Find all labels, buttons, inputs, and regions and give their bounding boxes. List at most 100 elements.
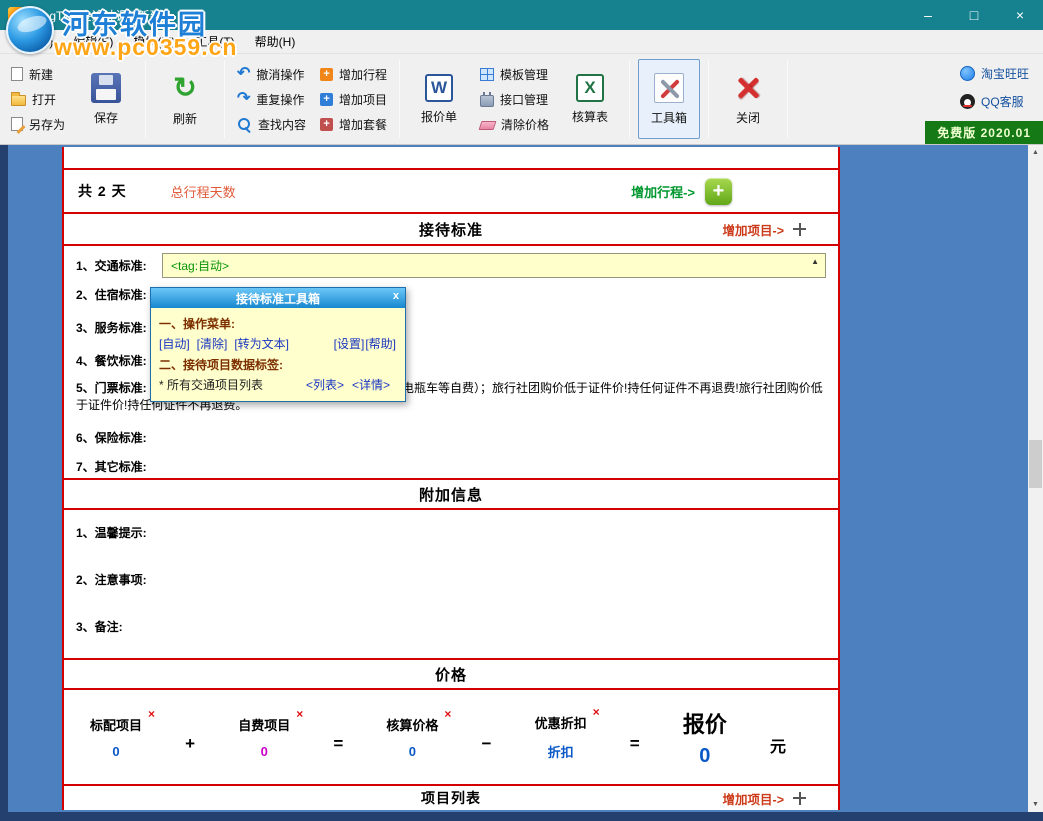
redo-button[interactable]: ↷ 重复操作 <box>233 89 310 110</box>
popup-to-text-link[interactable]: [转为文本] <box>234 335 289 352</box>
calc-price-label: 核算价格 × <box>386 715 438 734</box>
discount-label-text: 优惠折扣 <box>535 716 587 731</box>
item-list-title: 项目列表 <box>421 788 481 808</box>
ticket-standard-label: 5、门票标准: <box>76 381 147 395</box>
management-button-group: 模板管理 接口管理 清除价格 <box>476 64 553 135</box>
scroll-down-icon[interactable]: ▼ <box>1028 797 1043 812</box>
popup-close-icon[interactable]: x <box>393 290 399 302</box>
popup-auto-link[interactable]: [自动] <box>159 335 190 352</box>
scrollbar-thumb[interactable] <box>1029 440 1042 488</box>
add-button-group: 增加行程 增加项目 增加套餐 <box>316 64 391 135</box>
transport-standard-label: 1、交通标准: <box>76 257 162 274</box>
calc-sheet-button[interactable]: X 核算表 <box>559 59 621 139</box>
popup-clear-link[interactable]: [清除] <box>197 335 228 352</box>
close-window-button[interactable]: × <box>997 0 1043 30</box>
add-package-button[interactable]: 增加套餐 <box>316 114 391 135</box>
currency-unit-label: 元 <box>770 717 786 757</box>
new-label: 新建 <box>29 66 53 83</box>
quote-sheet-button[interactable]: W 报价单 <box>408 59 470 139</box>
reception-toolbox-popup: 接待标准工具箱 x 一、操作菜单: [自动] [清除] [转为文本] [设置] … <box>150 287 406 402</box>
transport-standard-input[interactable]: <tag:自动> ▲ <box>162 253 826 278</box>
add-trip-link[interactable]: 增加行程-> <box>631 182 695 201</box>
add-item-area-2: 增加项目-> <box>723 786 806 810</box>
calc-sheet-label: 核算表 <box>572 108 608 125</box>
self-pay-items-label: 自费项目 × <box>238 715 290 734</box>
toolbox-label: 工具箱 <box>651 109 687 126</box>
open-button[interactable]: 打开 <box>7 89 69 110</box>
save-as-button[interactable]: 另存为 <box>7 114 69 135</box>
standard-items-label-text: 标配项目 <box>90 718 142 733</box>
delete-self-pay-icon[interactable]: × <box>296 707 303 721</box>
remark-label: 3、备注: <box>76 618 826 635</box>
popup-help-link[interactable]: [帮助] <box>365 335 396 352</box>
maximize-button[interactable]: □ <box>951 0 997 30</box>
qq-service-link[interactable]: QQ客服 <box>960 93 1024 110</box>
add-trip-button[interactable]: 增加行程 <box>316 64 391 85</box>
delete-calc-price-icon[interactable]: × <box>444 707 451 721</box>
save-button[interactable]: 保存 <box>75 59 137 139</box>
delete-standard-icon[interactable]: × <box>148 707 155 721</box>
plug-icon <box>480 95 494 107</box>
other-standard-line: 7、其它标准: <box>76 454 826 478</box>
warm-tips-label: 1、温馨提示: <box>76 524 826 541</box>
calc-price-value: 0 <box>409 744 416 759</box>
equals-operator-2: = <box>630 720 640 754</box>
clear-price-button[interactable]: 清除价格 <box>476 114 553 135</box>
standard-items-group: 标配项目 × 0 <box>90 715 142 759</box>
add-item-link-2[interactable]: 增加项目-> <box>723 789 784 808</box>
minimize-button[interactable]: – <box>905 0 951 30</box>
toolbar-separator <box>224 60 225 138</box>
vertical-scrollbar[interactable]: ▲ ▼ <box>1028 145 1043 812</box>
open-folder-icon <box>11 95 26 106</box>
add-item-area: 增加项目-> <box>723 214 806 244</box>
file-button-group: 新建 打开 另存为 <box>7 64 69 135</box>
redo-label: 重复操作 <box>256 91 304 108</box>
self-pay-items-value: 0 <box>261 744 268 759</box>
toolbar-separator <box>708 60 709 138</box>
price-title: 价格 <box>435 664 467 685</box>
close-document-button[interactable]: 关闭 <box>717 59 779 139</box>
qq-penguin-icon <box>960 94 975 109</box>
new-button[interactable]: 新建 <box>7 64 69 85</box>
scroll-up-icon[interactable]: ▲ <box>1028 145 1043 160</box>
price-header: 价格 <box>64 660 838 690</box>
template-icon <box>480 68 494 81</box>
extra-info-header: 附加信息 <box>64 480 838 510</box>
undo-label: 撤消操作 <box>256 66 304 83</box>
delete-discount-icon[interactable]: × <box>593 705 600 719</box>
close-document-label: 关闭 <box>736 109 760 126</box>
popup-tag-links: <列表> <详情> <box>306 376 397 393</box>
extra-info-body: 1、温馨提示: 2、注意事项: 3、备注: <box>64 510 838 660</box>
plus-icon[interactable] <box>793 223 806 236</box>
popup-list-link[interactable]: <列表> <box>306 376 344 393</box>
popup-detail-link[interactable]: <详情> <box>352 376 390 393</box>
quote-label: 报价 <box>683 707 727 739</box>
trip-days-row: 共 2 天 总行程天数 增加行程-> + <box>64 170 838 214</box>
total-days-caption: 总行程天数 <box>171 182 236 201</box>
reception-standard-header: 接待标准 增加项目-> <box>64 214 838 246</box>
popup-body: 一、操作菜单: [自动] [清除] [转为文本] [设置] [帮助] 二、接待项… <box>151 308 405 401</box>
toolbox-icon <box>654 73 684 103</box>
add-item-link[interactable]: 增加项目-> <box>723 220 784 239</box>
add-trip-area: 增加行程-> + <box>631 178 732 205</box>
add-trip-plus-button[interactable]: + <box>705 178 732 205</box>
undo-button[interactable]: ↶ 撤消操作 <box>233 64 310 85</box>
refresh-button[interactable]: ↻ 刷新 <box>154 59 216 139</box>
find-button[interactable]: 查找内容 <box>233 114 310 135</box>
combo-arrow-icon[interactable]: ▲ <box>811 257 819 266</box>
toolbox-button[interactable]: 工具箱 <box>638 59 700 139</box>
template-management-button[interactable]: 模板管理 <box>476 64 553 85</box>
interface-management-button[interactable]: 接口管理 <box>476 89 553 110</box>
calc-price-group: 核算价格 × 0 <box>386 715 438 759</box>
insurance-standard-line: 6、保险标准: <box>76 421 826 454</box>
taobao-wangwang-link[interactable]: 淘宝旺旺 <box>960 65 1029 82</box>
toolbar-separator <box>787 60 788 138</box>
discount-group: 优惠折扣 × 折扣 <box>535 713 587 761</box>
add-item-button[interactable]: 增加项目 <box>316 89 391 110</box>
clear-price-label: 清除价格 <box>501 116 549 133</box>
popup-settings-link[interactable]: [设置] <box>334 335 365 352</box>
plus-icon-2[interactable] <box>793 792 806 805</box>
discount-value[interactable]: 折扣 <box>548 742 574 761</box>
popup-titlebar[interactable]: 接待标准工具箱 x <box>151 288 405 308</box>
refresh-label: 刷新 <box>173 110 197 127</box>
